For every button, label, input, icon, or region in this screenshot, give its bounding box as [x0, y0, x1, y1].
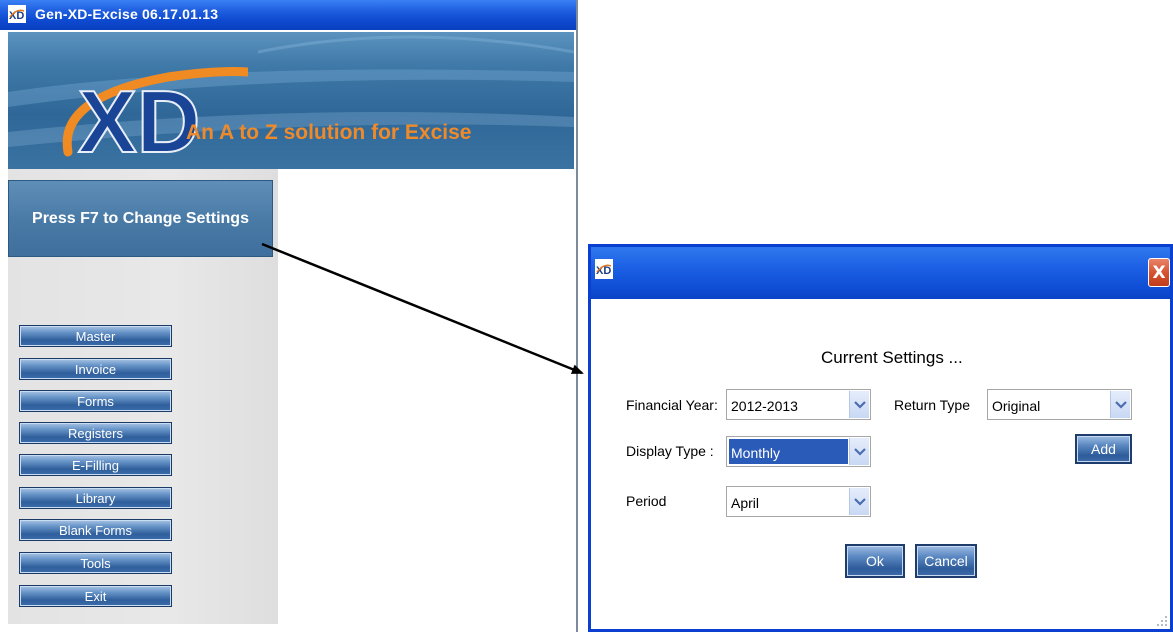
banner-tagline: An A to Z solution for Excise	[186, 121, 472, 144]
resize-grip-icon[interactable]	[1156, 615, 1168, 627]
financial-year-value: 2012-2013	[731, 398, 798, 414]
chevron-down-icon[interactable]	[849, 391, 869, 418]
xd-app-icon: XD	[8, 5, 26, 23]
menu-button-registers[interactable]: Registers	[19, 422, 172, 444]
xd-app-icon: XD	[595, 259, 613, 279]
chevron-down-icon[interactable]	[849, 438, 869, 465]
return-type-value: Original	[992, 398, 1041, 414]
menu-button-master[interactable]: Master	[19, 325, 172, 347]
window-title: Gen-XD-Excise 06.17.01.13	[35, 6, 219, 22]
chevron-down-icon[interactable]	[1110, 391, 1130, 418]
chevron-down-icon[interactable]	[849, 488, 869, 515]
settings-hint-text: Press F7 to Change Settings	[32, 209, 249, 227]
dialog-heading: Current Settings ...	[821, 348, 963, 367]
app-banner: XD An A to Z solution for Excise	[8, 32, 574, 169]
close-icon[interactable]: X	[1148, 258, 1170, 287]
display-type-label: Display Type :	[626, 443, 714, 459]
menu-button-library[interactable]: Library	[19, 487, 172, 509]
xd-logo: XD	[62, 67, 248, 167]
period-value: April	[731, 495, 760, 511]
menu-button-exit[interactable]: Exit	[19, 585, 172, 607]
financial-year-select[interactable]: 2012-2013	[726, 389, 871, 420]
current-settings-dialog: XD X Current Settings ... Financial Year…	[588, 244, 1173, 632]
return-type-label: Return Type	[894, 397, 971, 413]
menu-button-tools[interactable]: Tools	[19, 552, 172, 574]
display-type-select[interactable]: Monthly	[726, 436, 871, 467]
settings-hint-box[interactable]: Press F7 to Change Settings	[8, 180, 273, 257]
period-label: Period	[626, 493, 667, 509]
menu-button-blank-forms[interactable]: Blank Forms	[19, 519, 172, 541]
financial-year-label: Financial Year:	[626, 397, 718, 413]
return-type-select[interactable]: Original	[987, 389, 1132, 420]
main-titlebar[interactable]: XD Gen-XD-Excise 06.17.01.13	[0, 0, 576, 30]
ok-button[interactable]: Ok	[845, 544, 905, 578]
dialog-titlebar[interactable]: XD X	[591, 247, 1170, 299]
main-window: XD Gen-XD-Excise 06.17.01.13 XD An A to …	[0, 0, 578, 632]
menu-button-invoice[interactable]: Invoice	[19, 358, 172, 380]
menu-button-e-filling[interactable]: E-Filling	[19, 454, 172, 476]
add-button[interactable]: Add	[1075, 434, 1132, 464]
cancel-button[interactable]: Cancel	[915, 544, 977, 578]
svg-text:XD: XD	[78, 72, 200, 167]
period-select[interactable]: April	[726, 486, 871, 517]
menu-button-forms[interactable]: Forms	[19, 390, 172, 412]
display-type-value: Monthly	[731, 445, 781, 461]
